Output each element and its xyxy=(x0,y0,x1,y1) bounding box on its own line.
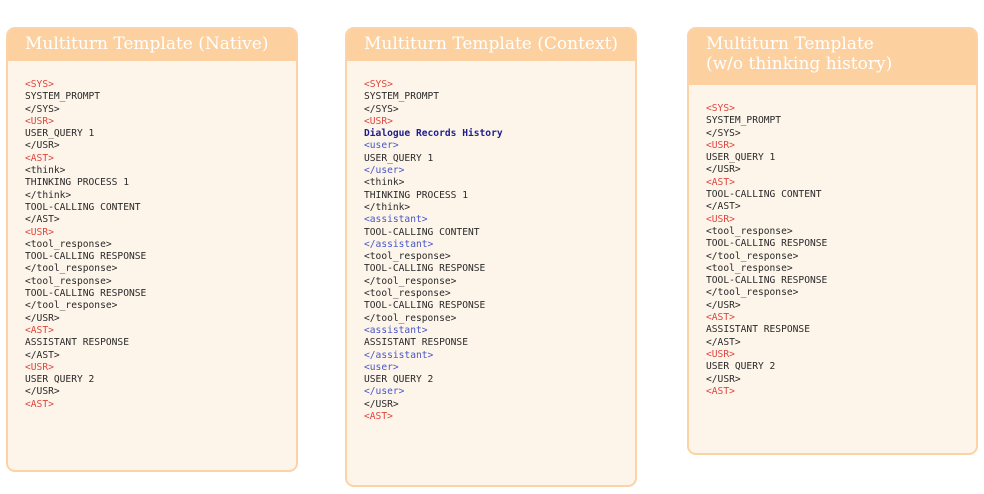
card-title: Multiturn Template (Native) xyxy=(25,34,269,54)
template-line: TOOL-CALLING RESPONSE xyxy=(364,300,486,312)
template-line: </think> xyxy=(25,189,72,201)
template-line: </assistant> xyxy=(364,349,434,361)
template-line: USER_QUERY 1 xyxy=(25,128,95,140)
template-line: </USR> xyxy=(706,373,741,385)
template-card-native: Multiturn Template (Native) <SYS> SYSTEM_… xyxy=(6,27,298,472)
template-line: <tool_response> xyxy=(364,251,451,263)
template-line: ASSISTANT RESPONSE xyxy=(364,337,468,349)
template-line: TOOL-CALLING RESPONSE xyxy=(364,263,486,275)
template-line: SYSTEM_PROMPT xyxy=(364,91,440,103)
template-line: </tool_response> xyxy=(364,312,457,324)
template-line: <USR> xyxy=(364,115,393,127)
template-line: TOOL-CALLING CONTENT xyxy=(364,226,480,238)
card-title: Multiturn Template xyxy=(706,34,874,54)
template-line: TOOL-CALLING RESPONSE xyxy=(25,251,147,263)
template-line: <SYS> xyxy=(25,79,54,90)
template-line: </tool_response> xyxy=(706,250,799,262)
template-line: <tool_response> xyxy=(25,275,112,287)
template-line: </tool_response> xyxy=(706,287,799,299)
template-line: THINKING PROCESS 1 xyxy=(364,189,468,201)
template-line: </tool_response> xyxy=(25,300,118,312)
template-line: <USR> xyxy=(706,139,735,151)
template-line: </SYS> xyxy=(706,127,741,139)
card-header: Multiturn Template (Native) xyxy=(8,29,296,61)
template-line: USER QUERY 2 xyxy=(706,361,776,373)
template-line: </USR> xyxy=(25,140,60,152)
template-line: THINKING PROCESS 1 xyxy=(25,177,129,189)
template-line: <tool_response> xyxy=(706,262,793,274)
template-line: <SYS> xyxy=(364,79,393,90)
template-line: </SYS> xyxy=(364,103,399,115)
template-line: </USR> xyxy=(25,312,60,324)
template-line: ASSISTANT RESPONSE xyxy=(25,337,129,349)
template-line: </user> xyxy=(364,165,405,177)
template-line: USER_QUERY 1 xyxy=(364,152,434,164)
template-line: </assistant> xyxy=(364,238,434,250)
template-line: <USR> xyxy=(25,115,54,127)
template-line: <AST> xyxy=(706,385,735,397)
template-line: <user> xyxy=(364,361,399,373)
template-line: <AST> xyxy=(25,324,54,336)
card-title: Multiturn Template (Context) xyxy=(364,34,619,54)
template-line: <tool_response> xyxy=(706,225,793,237)
template-line: </user> xyxy=(364,386,405,398)
template-line: TOOL-CALLING RESPONSE xyxy=(25,288,147,300)
template-line: </SYS> xyxy=(25,103,60,115)
template-line: </USR> xyxy=(25,386,60,398)
template-line: </tool_response> xyxy=(364,275,457,287)
template-line: </tool_response> xyxy=(25,263,118,275)
template-line: </AST> xyxy=(706,201,741,213)
template-line: <think> xyxy=(364,177,405,189)
template-line: ASSISTANT RESPONSE xyxy=(706,324,810,336)
template-body: <SYS> SYSTEM_PROMPT </SYS> <USR> USER_QUERY … xyxy=(8,61,296,411)
template-line: SYSTEM_PROMPT xyxy=(706,115,782,127)
template-line: USER_QUERY 1 xyxy=(706,152,776,164)
template-line: <tool_response> xyxy=(25,238,112,250)
template-line: Dialogue Records History xyxy=(364,128,503,140)
template-line: <AST> xyxy=(706,176,735,188)
template-line: TOOL-CALLING CONTENT xyxy=(706,189,822,201)
template-line: <USR> xyxy=(25,361,54,373)
template-line: </USR> xyxy=(706,299,741,311)
template-line: <assistant> xyxy=(364,214,428,226)
template-line: </AST> xyxy=(25,214,60,226)
template-line: <AST> xyxy=(364,411,393,423)
card-title-line-2: (w/o thinking history) xyxy=(706,54,893,74)
card-header: Multiturn Template (w/o thinking history… xyxy=(689,29,976,85)
template-line: <AST> xyxy=(25,398,54,410)
template-line: <AST> xyxy=(706,312,735,324)
card-header: Multiturn Template (Context) xyxy=(347,29,635,61)
template-line: <think> xyxy=(25,165,66,177)
template-line: </AST> xyxy=(25,349,60,361)
template-line: <user> xyxy=(364,140,399,152)
template-line: </think> xyxy=(364,201,411,213)
template-line: TOOL-CALLING RESPONSE xyxy=(706,238,828,250)
template-line: USER QUERY 2 xyxy=(364,374,434,386)
template-line: TOOL-CALLING CONTENT xyxy=(25,201,141,213)
template-line: SYSTEM_PROMPT xyxy=(25,91,101,103)
template-line: <USR> xyxy=(706,213,735,225)
template-body: <SYS> SYSTEM_PROMPT </SYS> <USR> Dialogue Re… xyxy=(347,61,635,423)
template-line: </USR> xyxy=(364,398,399,410)
template-line: <USR> xyxy=(25,226,54,238)
template-line: <assistant> xyxy=(364,324,428,336)
template-body: <SYS> SYSTEM_PROMPT </SYS> <USR> USER_QUERY … xyxy=(689,85,976,398)
template-card-context: Multiturn Template (Context) <SYS> SYSTEM… xyxy=(345,27,637,487)
template-line: TOOL-CALLING RESPONSE xyxy=(706,275,828,287)
template-line: </USR> xyxy=(706,164,741,176)
template-line: <tool_response> xyxy=(364,288,451,300)
template-line: <USR> xyxy=(706,348,735,360)
template-line: <SYS> xyxy=(706,103,735,114)
template-line: </AST> xyxy=(706,336,741,348)
template-line: <AST> xyxy=(25,152,54,164)
template-card-no-thinking: Multiturn Template (w/o thinking history… xyxy=(687,27,978,455)
template-line: USER QUERY 2 xyxy=(25,374,95,386)
